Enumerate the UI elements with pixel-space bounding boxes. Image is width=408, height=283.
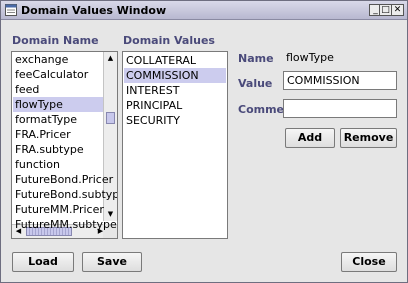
- list-item[interactable]: FRA.Pricer: [13, 127, 103, 142]
- list-item[interactable]: FutureMM.Pricer: [13, 202, 104, 217]
- list-item[interactable]: function: [13, 157, 103, 172]
- domain-name-list[interactable]: ▲ ▼ ◀ ▶ exchange feeCalculator feed flowTyp…: [11, 51, 118, 239]
- app-icon: [5, 4, 17, 16]
- domain-name-label: Domain Name: [12, 34, 99, 47]
- list-item[interactable]: PRINCIPAL: [124, 98, 226, 113]
- list-item[interactable]: FRA.subtype: [13, 142, 103, 157]
- scroll-up-arrow-icon[interactable]: ▲: [104, 52, 117, 65]
- list-item[interactable]: exchange: [13, 52, 103, 67]
- maximize-icon: □: [381, 5, 390, 15]
- name-label: Name: [238, 52, 274, 65]
- close-button[interactable]: Close: [341, 252, 397, 272]
- load-button[interactable]: Load: [12, 252, 74, 272]
- list-item[interactable]: feeCalculator: [13, 67, 103, 82]
- add-button[interactable]: Add: [285, 128, 335, 148]
- domain-values-list[interactable]: COLLATERAL COMMISSION INTEREST PRINCIPAL SEC…: [122, 51, 228, 239]
- list-item[interactable]: COMMISSION: [124, 68, 226, 83]
- minimize-icon: _: [373, 5, 378, 15]
- comment-input[interactable]: [283, 99, 397, 118]
- save-button[interactable]: Save: [82, 252, 142, 272]
- name-value: flowType: [285, 48, 395, 67]
- list-item[interactable]: SECURITY: [124, 113, 226, 128]
- remove-button[interactable]: Remove: [340, 128, 397, 148]
- close-window-button[interactable]: ✕: [391, 4, 404, 16]
- list-item[interactable]: FutureMM.subtype: [13, 217, 117, 232]
- list-item[interactable]: FutureBond.Pricer: [13, 172, 113, 187]
- list-item[interactable]: feed: [13, 82, 103, 97]
- list-item[interactable]: formatType: [13, 112, 103, 127]
- close-icon: ✕: [393, 5, 402, 15]
- title-bar[interactable]: Domain Values Window _ □ ✕: [1, 1, 407, 20]
- list-item[interactable]: flowType: [13, 97, 103, 112]
- domain-values-window: Domain Values Window _ □ ✕ Domain Name ▲…: [0, 0, 408, 283]
- window-title: Domain Values Window: [21, 4, 167, 17]
- list-item[interactable]: COLLATERAL: [124, 53, 226, 68]
- domain-values-label: Domain Values: [123, 34, 215, 47]
- list-item[interactable]: INTEREST: [124, 83, 226, 98]
- list-item[interactable]: FutureBond.subtype: [13, 187, 117, 202]
- vertical-scroll-thumb[interactable]: [106, 112, 115, 124]
- value-label: Value: [238, 77, 273, 90]
- value-input[interactable]: COMMISSION: [283, 71, 397, 90]
